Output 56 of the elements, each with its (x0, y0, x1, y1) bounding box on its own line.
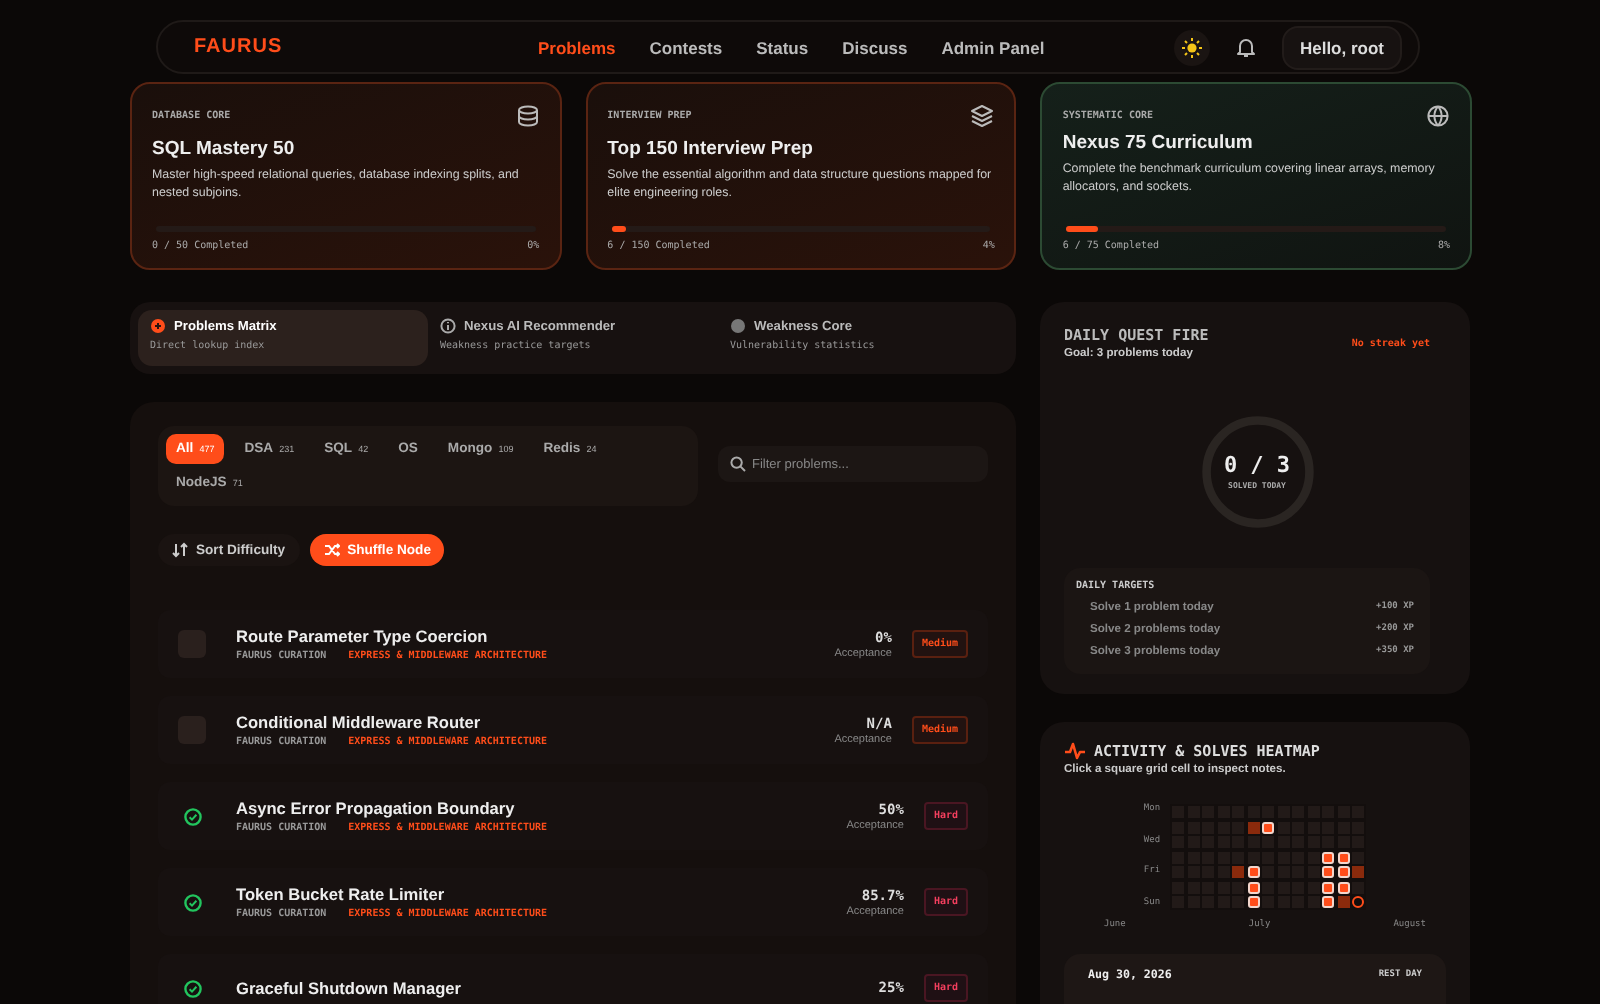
user-menu-button[interactable]: Hello, root (1281, 25, 1402, 69)
layers-icon (970, 104, 995, 128)
heatmap-cell[interactable] (1232, 836, 1245, 848)
database-icon (515, 104, 540, 128)
sun-icon (1181, 37, 1202, 57)
heatmap-cell[interactable] (1217, 866, 1230, 878)
heatmap-cell[interactable] (1262, 851, 1275, 863)
heatmap-cell[interactable] (1277, 836, 1290, 848)
heatmap-cell[interactable] (1352, 851, 1365, 863)
solved-count: 0 / 3 (1221, 452, 1293, 478)
heatmap-cell[interactable] (1232, 821, 1245, 833)
shuffle-icon (323, 542, 340, 558)
nav-link[interactable]: Discuss (842, 37, 908, 57)
heatmap-cell[interactable] (1247, 851, 1260, 863)
logo[interactable]: FAURUS (194, 36, 538, 58)
heatmap-cell[interactable] (1352, 896, 1365, 908)
search-icon (730, 456, 746, 472)
heatmap-cell[interactable] (1247, 836, 1260, 848)
problem-title: Token Bucket Rate Limiter (236, 884, 447, 904)
heatmap-cell[interactable] (1262, 836, 1275, 848)
problem-title: Async Error Propagation Boundary (236, 798, 517, 818)
card-title: SQL Mastery 50 (152, 138, 297, 160)
heatmap-cell[interactable] (1262, 896, 1275, 908)
sort-arrows-icon (172, 542, 188, 558)
heatmap-cell[interactable] (1262, 866, 1275, 878)
heatmap-cell[interactable] (1337, 896, 1350, 908)
heatmap-cell[interactable] (1217, 851, 1230, 863)
nav-link[interactable]: Status (756, 37, 809, 57)
heatmap-cell[interactable] (1307, 851, 1320, 863)
card-title: Nexus 75 Curriculum (1062, 132, 1255, 154)
heatmap-cell[interactable] (1262, 881, 1275, 893)
circle-icon (730, 318, 746, 334)
activity-icon (1064, 742, 1086, 760)
nav-link[interactable]: Contests (649, 37, 723, 57)
card-title: Top 150 Interview Prep (607, 138, 815, 160)
heatmap-cell[interactable] (1307, 896, 1320, 908)
problem-title: Route Parameter Type Coercion (236, 626, 490, 646)
globe-icon (1426, 104, 1451, 128)
heatmap-cell[interactable] (1232, 896, 1245, 908)
heatmap-cell[interactable] (1307, 866, 1320, 878)
heatmap-cell[interactable] (1277, 821, 1290, 833)
heatmap-cell[interactable] (1247, 821, 1260, 833)
problem-title: Graceful Shutdown Manager (236, 978, 463, 998)
heatmap-cell[interactable] (1352, 866, 1365, 878)
theme-toggle-button[interactable] (1173, 29, 1210, 65)
heatmap-cell[interactable] (1232, 851, 1245, 863)
info-icon (440, 318, 456, 334)
heatmap-cell[interactable] (1217, 881, 1230, 893)
heatmap-cell[interactable] (1352, 881, 1365, 893)
problem-title: Conditional Middleware Router (236, 712, 483, 732)
notification-bell-icon (1235, 36, 1256, 58)
nav-link[interactable]: Admin Panel (941, 37, 1045, 57)
nav-link[interactable]: Problems (538, 37, 616, 57)
heatmap-cell[interactable] (1232, 881, 1245, 893)
heatmap-cell[interactable] (1232, 866, 1245, 878)
heatmap-cell[interactable] (1307, 881, 1320, 893)
